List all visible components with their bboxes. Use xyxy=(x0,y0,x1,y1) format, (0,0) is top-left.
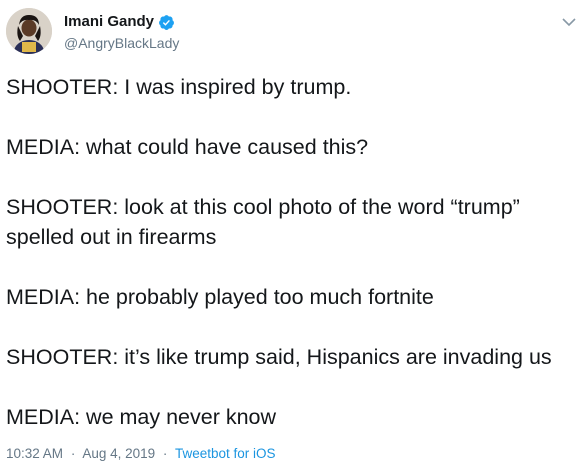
name-row: Imani Gandy xyxy=(64,12,179,32)
tweet-card: Imani Gandy @AngryBlackLady SHOOTER: I w… xyxy=(0,0,586,470)
tweet-line: SHOOTER: I was inspired by trump. xyxy=(6,75,352,99)
display-name[interactable]: Imani Gandy xyxy=(64,12,154,32)
tweet-date[interactable]: Aug 4, 2019 xyxy=(82,446,155,461)
tweet-text: SHOOTER: I was inspired by trump. MEDIA:… xyxy=(6,72,581,432)
meta-separator: · xyxy=(162,446,168,461)
avatar-image xyxy=(6,8,52,54)
tweet-line: MEDIA: he probably played too much fortn… xyxy=(6,285,434,309)
user-handle[interactable]: @AngryBlackLady xyxy=(64,33,179,53)
chevron-down-icon[interactable] xyxy=(562,14,576,27)
tweet-meta: 10:32 AM · Aug 4, 2019 · Tweetbot for iO… xyxy=(6,445,275,463)
tweet-line: SHOOTER: it’s like trump said, Hispanics… xyxy=(6,345,552,369)
meta-separator: · xyxy=(70,446,76,461)
tweet-time[interactable]: 10:32 AM xyxy=(6,446,63,461)
tweet-line: MEDIA: we may never know xyxy=(6,405,277,429)
tweet-line: spelled out in firearms xyxy=(6,225,217,249)
tweet-line: SHOOTER: look at this cool photo of the … xyxy=(6,195,520,219)
tweet-source-link[interactable]: Tweetbot for iOS xyxy=(175,446,276,461)
verified-badge-icon xyxy=(158,14,175,31)
tweet-line: MEDIA: what could have caused this? xyxy=(6,135,369,159)
avatar[interactable] xyxy=(6,8,52,54)
tweet-header: Imani Gandy @AngryBlackLady xyxy=(64,12,179,53)
